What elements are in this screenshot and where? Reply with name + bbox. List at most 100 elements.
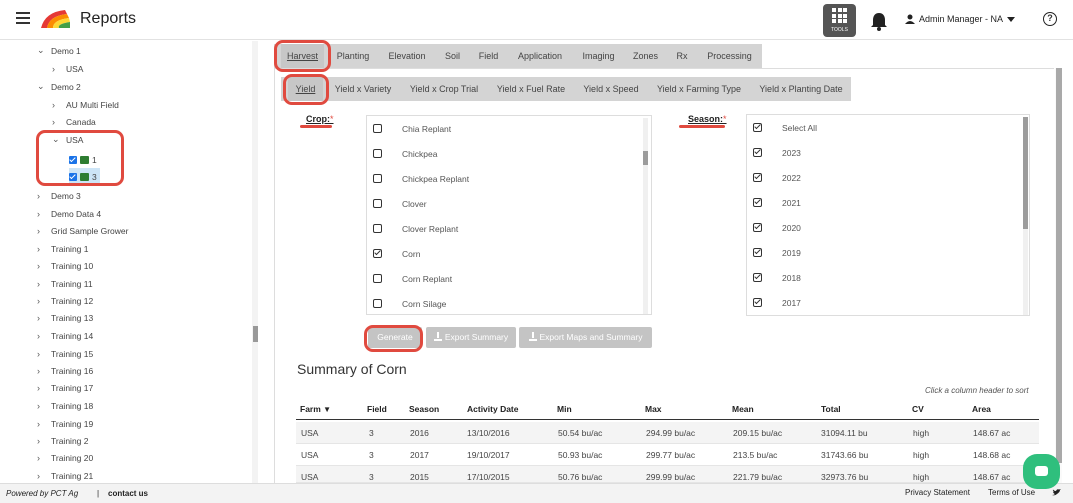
tree-node-label: Training 18 [51, 400, 94, 411]
season-option[interactable]: 2018 [747, 265, 1029, 290]
column-header-farm[interactable]: Farm ▼ [300, 398, 331, 420]
crop-list-scrollbar[interactable] [643, 118, 648, 314]
chat-button[interactable] [1023, 454, 1060, 489]
terms-of-use-link[interactable]: Terms of Use [988, 488, 1035, 497]
season-list[interactable]: Select All 2023 2022 2021 2020 2019 2018… [746, 114, 1030, 316]
checkbox-checked[interactable] [753, 298, 762, 307]
export-summary-button[interactable]: Export Summary [426, 327, 516, 348]
checkbox[interactable] [373, 274, 382, 283]
sidebar-scrollbar-thumb[interactable] [253, 326, 258, 342]
tree-node-training-12[interactable]: › Training 12 [37, 292, 93, 309]
tree-node-training-21[interactable]: › Training 21 [37, 467, 93, 483]
tab-planting[interactable]: Planting [331, 44, 375, 68]
checkbox[interactable] [373, 124, 382, 133]
tree-node-training-15[interactable]: › Training 15 [37, 345, 93, 362]
crop-option[interactable]: Corn Silage [367, 291, 651, 314]
tree-node-training-2[interactable]: › Training 2 [37, 432, 88, 449]
tree-node-demo-3[interactable]: › Demo 3 [37, 187, 81, 204]
checkbox[interactable] [373, 224, 382, 233]
crop-option[interactable]: Clover Replant [367, 216, 651, 241]
tree-node-training-13[interactable]: › Training 13 [37, 309, 93, 326]
checkbox-checked[interactable] [753, 148, 762, 157]
tree-node-training-10[interactable]: › Training 10 [37, 257, 93, 274]
checkbox-checked[interactable] [753, 123, 762, 132]
tab-field[interactable]: Field [474, 44, 503, 68]
crop-option[interactable]: Chickpea Replant [367, 166, 651, 191]
tab-yield-x-farming-type[interactable]: Yield x Farming Type [652, 77, 746, 101]
tree-node-training-11[interactable]: › Training 11 [37, 275, 93, 292]
tab-imaging[interactable]: Imaging [577, 44, 620, 68]
column-header-min[interactable]: Min [557, 398, 572, 420]
tree-node-canada[interactable]: › Canada [52, 113, 96, 130]
column-header-mean[interactable]: Mean [732, 398, 754, 420]
season-option[interactable]: 2023 [747, 140, 1029, 165]
tree-node-demo-1[interactable]: ⌄ Demo 1 [37, 42, 81, 59]
tab-yield-x-speed[interactable]: Yield x Speed [578, 77, 644, 101]
tree-node-grid-sample-grower[interactable]: › Grid Sample Grower [37, 222, 128, 239]
checkbox-checked[interactable] [753, 273, 762, 282]
tab-rx[interactable]: Rx [671, 44, 693, 68]
checkbox-checked[interactable] [753, 223, 762, 232]
tree-node-demo-2[interactable]: ⌄ Demo 2 [37, 78, 81, 95]
season-option[interactable]: 2017 [747, 290, 1029, 315]
menu-icon[interactable] [16, 12, 30, 24]
column-header-field[interactable]: Field [367, 398, 387, 420]
tree-node-demo-data-4[interactable]: › Demo Data 4 [37, 205, 101, 222]
season-option[interactable]: Select All [747, 115, 1029, 140]
tab-zones[interactable]: Zones [628, 44, 663, 68]
tab-elevation[interactable]: Elevation [384, 44, 430, 68]
sidebar-scrollbar[interactable] [252, 41, 258, 483]
user-menu[interactable]: Admin Manager - NA [905, 14, 1016, 24]
crop-option[interactable]: Corn Replant [367, 266, 651, 291]
tree-node-usa[interactable]: › USA [52, 60, 83, 77]
help-icon[interactable]: ? [1043, 12, 1057, 26]
season-list-scrollbar-thumb[interactable] [1023, 117, 1028, 229]
notification-bell-icon[interactable] [868, 10, 890, 32]
twitter-icon[interactable] [1052, 489, 1061, 497]
tab-yield-x-planting-date[interactable]: Yield x Planting Date [754, 77, 848, 101]
crop-option-selected[interactable]: Corn [367, 241, 651, 266]
tree-node-training-17[interactable]: › Training 17 [37, 379, 93, 396]
contact-us-link[interactable]: contact us [108, 489, 148, 498]
checkbox-checked[interactable] [753, 173, 762, 182]
tools-button[interactable]: TOOLS [823, 4, 856, 37]
checkbox[interactable] [373, 149, 382, 158]
checkbox-checked[interactable] [373, 249, 382, 258]
export-maps-and-summary-button[interactable]: Export Maps and Summary [519, 327, 652, 348]
tab-yield-x-variety[interactable]: Yield x Variety [331, 77, 395, 101]
tree-node-training-16[interactable]: › Training 16 [37, 362, 93, 379]
column-header-activity-date[interactable]: Activity Date [467, 398, 519, 420]
crop-option[interactable]: Clover [367, 191, 651, 216]
season-option[interactable]: 2022 [747, 165, 1029, 190]
tab-yield-x-fuel-rate[interactable]: Yield x Fuel Rate [492, 77, 570, 101]
checkbox[interactable] [373, 174, 382, 183]
crop-list-scrollbar-thumb[interactable] [643, 151, 648, 165]
crop-option[interactable]: Chia Replant [367, 116, 651, 141]
tree-node-training-19[interactable]: › Training 19 [37, 415, 93, 432]
tab-application[interactable]: Application [512, 44, 568, 68]
tree-node-training-20[interactable]: › Training 20 [37, 449, 93, 466]
crop-list[interactable]: Chia Replant Chickpea Chickpea Replant C… [366, 115, 652, 315]
tree-node-training-1[interactable]: › Training 1 [37, 240, 88, 257]
column-header-area[interactable]: Area [972, 398, 991, 420]
checkbox-checked[interactable] [753, 198, 762, 207]
season-option[interactable]: 2021 [747, 190, 1029, 215]
season-option[interactable]: 2020 [747, 215, 1029, 240]
column-header-max[interactable]: Max [645, 398, 662, 420]
column-header-season[interactable]: Season [409, 398, 439, 420]
tab-soil[interactable]: Soil [439, 44, 466, 68]
tree-node-au-multi-field[interactable]: › AU Multi Field [52, 96, 119, 113]
tree-node-training-14[interactable]: › Training 14 [37, 327, 93, 344]
column-header-total[interactable]: Total [821, 398, 841, 420]
season-option[interactable]: 2019 [747, 240, 1029, 265]
checkbox-checked[interactable] [753, 248, 762, 257]
checkbox[interactable] [373, 299, 382, 308]
tree-node-training-18[interactable]: › Training 18 [37, 397, 93, 414]
tab-processing[interactable]: Processing [701, 44, 758, 68]
main-scrollbar-thumb[interactable] [1056, 68, 1062, 463]
privacy-statement-link[interactable]: Privacy Statement [905, 488, 970, 497]
column-header-cv[interactable]: CV [912, 398, 924, 420]
crop-option[interactable]: Chickpea [367, 141, 651, 166]
checkbox[interactable] [373, 199, 382, 208]
tab-yield-x-crop-trial[interactable]: Yield x Crop Trial [404, 77, 484, 101]
